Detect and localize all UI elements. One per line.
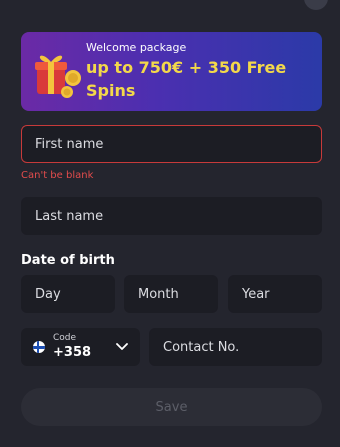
welcome-banner: Welcome package up to 750€ + 350 Free Sp…: [21, 32, 322, 111]
chevron-down-icon: [116, 343, 128, 350]
code-label: Code: [53, 333, 77, 343]
last-name-input[interactable]: [22, 198, 321, 234]
first-name-input[interactable]: [22, 126, 321, 162]
month-field[interactable]: [124, 275, 218, 313]
first-name-field[interactable]: [21, 125, 322, 163]
finland-flag-icon: [33, 341, 45, 353]
header-partial: [12, 0, 52, 4]
day-input[interactable]: [22, 276, 114, 312]
month-input[interactable]: [125, 276, 217, 312]
phone-code-select[interactable]: Code +358: [21, 328, 140, 366]
first-name-error: Can't be blank: [21, 170, 94, 181]
day-field[interactable]: [21, 275, 115, 313]
last-name-field[interactable]: [21, 197, 322, 235]
contact-number-input[interactable]: [150, 329, 321, 365]
gift-icon: [35, 55, 81, 98]
save-button[interactable]: Save: [21, 388, 322, 426]
banner-subtitle: Welcome package: [86, 41, 187, 54]
code-value: +358: [53, 345, 92, 360]
year-input[interactable]: [229, 276, 321, 312]
close-icon[interactable]: [304, 0, 328, 10]
banner-title: up to 750€ + 350 Free Spins: [86, 58, 287, 100]
date-of-birth-label: Date of birth: [21, 253, 115, 268]
contact-number-field[interactable]: [149, 328, 322, 366]
year-field[interactable]: [228, 275, 322, 313]
